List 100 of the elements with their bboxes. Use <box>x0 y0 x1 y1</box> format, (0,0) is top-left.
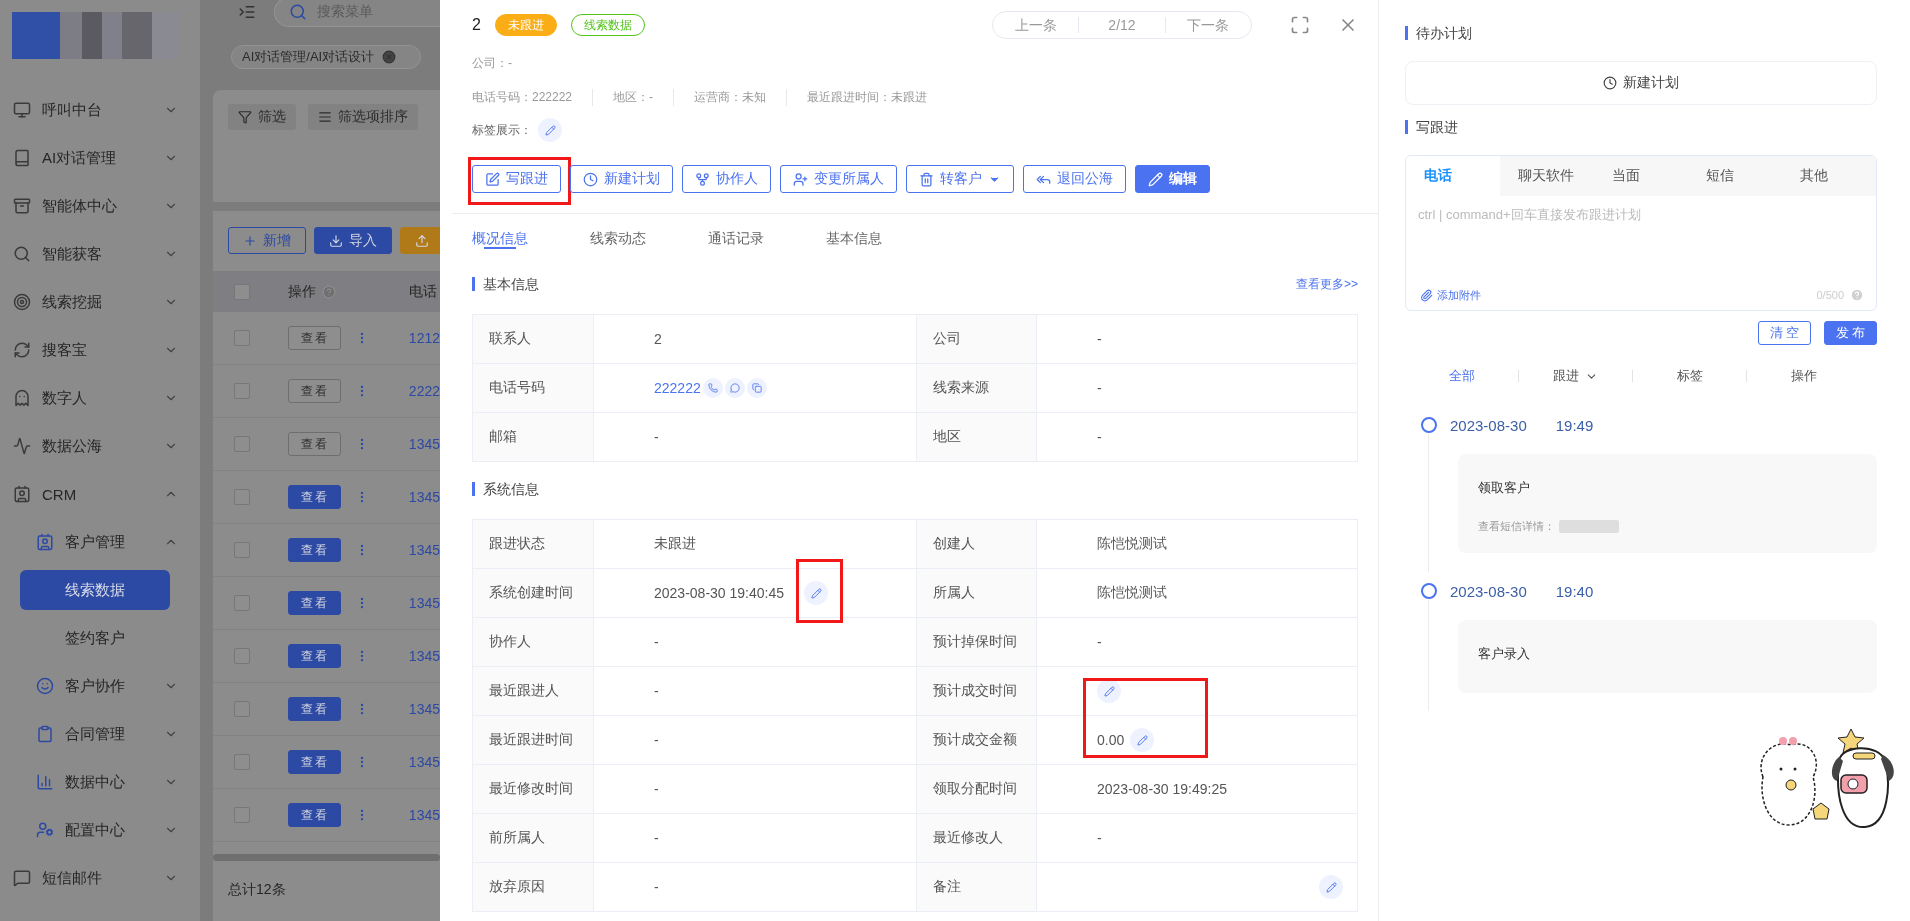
view-button[interactable]: 查看 <box>288 591 341 615</box>
page-tag[interactable]: AI对话管理/AI对话设计 <box>231 45 421 69</box>
bar-chart-icon <box>36 773 54 791</box>
sidebar-item[interactable]: 客户协作 <box>0 662 200 710</box>
phone-link[interactable]: 1345 <box>408 436 440 452</box>
smile-icon <box>36 677 54 695</box>
channel-tab[interactable]: 短信 <box>1688 156 1782 196</box>
publish-button[interactable]: 发 布 <box>1824 321 1877 345</box>
view-button[interactable]: 查看 <box>288 803 341 827</box>
edit-button[interactable] <box>1319 875 1343 899</box>
phone-link[interactable]: 1345 <box>408 595 440 611</box>
sidebar-item[interactable]: 数据公海 <box>0 422 200 470</box>
cell-value: - <box>1097 830 1102 846</box>
phone-icon <box>707 383 718 393</box>
filter-tab[interactable]: 跟进 <box>1519 367 1632 385</box>
clear-button[interactable]: 清 空 <box>1758 321 1811 345</box>
fullscreen-button[interactable] <box>1290 15 1310 35</box>
filter-button[interactable]: 筛选项排序 <box>308 104 418 130</box>
sidebar-item[interactable]: 呼叫中台 <box>0 86 200 134</box>
action-button[interactable]: 退回公海 <box>1023 165 1126 193</box>
field-label: 跟进状态 <box>473 520 594 569</box>
channel-tab[interactable]: 聊天软件 <box>1500 156 1594 196</box>
edit-button[interactable] <box>804 581 828 605</box>
cell-value: - <box>1097 634 1102 650</box>
action-button[interactable]: 协作人 <box>682 165 771 193</box>
channel-tab[interactable]: 其他 <box>1782 156 1876 196</box>
sidebar-item[interactable]: 数字人 <box>0 374 200 422</box>
sidebar-item[interactable]: 配置中心 <box>0 806 200 854</box>
toolbar-button[interactable]: 导入 <box>314 227 392 254</box>
view-button[interactable]: 查看 <box>288 697 341 721</box>
sidebar-item[interactable]: CRM <box>0 470 200 518</box>
sidebar-item[interactable]: 线索数据 <box>20 570 170 610</box>
cell-value: 2023-08-30 19:49:25 <box>1097 781 1227 797</box>
filter-button[interactable]: 筛选 <box>228 104 296 130</box>
filter-tab[interactable]: 全部 <box>1405 367 1518 385</box>
sidebar-item[interactable]: 搜客宝 <box>0 326 200 374</box>
view-button[interactable]: 查看 <box>288 326 341 350</box>
sidebar-item[interactable]: 智能体中心 <box>0 182 200 230</box>
tab[interactable]: 线索动态 <box>590 214 708 266</box>
phone-link[interactable]: 1345 <box>408 701 440 717</box>
call-button[interactable] <box>702 378 723 398</box>
channel-tab[interactable]: 当面 <box>1594 156 1688 196</box>
phone-link[interactable]: 222222 <box>654 380 701 396</box>
edit-button[interactable] <box>1097 679 1121 703</box>
cell-value: - <box>654 429 659 445</box>
sidebar-item[interactable]: 线索挖掘 <box>0 278 200 326</box>
view-button[interactable]: 查看 <box>288 379 341 403</box>
monitor-icon <box>13 101 31 119</box>
phone-link[interactable]: 1345 <box>408 489 440 505</box>
help-icon[interactable] <box>1850 288 1864 302</box>
phone-link[interactable]: 1345 <box>408 542 440 558</box>
copy-button[interactable] <box>746 378 767 398</box>
close-icon[interactable] <box>382 50 397 64</box>
cell-value: 未跟进 <box>654 535 696 553</box>
tab[interactable]: 概况信息 <box>472 214 590 266</box>
action-button[interactable]: 变更所属人 <box>780 165 897 193</box>
view-button[interactable]: 查看 <box>288 538 341 562</box>
view-button[interactable]: 查看 <box>288 750 341 774</box>
edit-button[interactable] <box>1130 728 1155 752</box>
page-position: 2/12 <box>1079 17 1166 33</box>
view-button[interactable]: 查看 <box>288 485 341 509</box>
action-button[interactable]: 写跟进 <box>472 165 561 193</box>
sidebar-item[interactable]: 数据中心 <box>0 758 200 806</box>
action-button[interactable]: 新建计划 <box>570 165 673 193</box>
menu-fold-icon[interactable] <box>238 3 256 21</box>
sidebar-item[interactable]: 短信邮件 <box>0 854 200 902</box>
view-button[interactable]: 查看 <box>288 432 341 456</box>
sidebar-item[interactable]: 签约客户 <box>20 618 170 658</box>
phone-link[interactable]: 1212 <box>408 330 440 346</box>
phone-link[interactable]: 2222 <box>408 383 440 399</box>
filter-tab[interactable]: 操作 <box>1747 367 1860 385</box>
field-label: 领取分配时间 <box>917 765 1037 814</box>
channel-tab[interactable]: 电话 <box>1406 156 1500 196</box>
message-button[interactable] <box>724 378 745 398</box>
sidebar-item[interactable]: AI对话管理 <box>0 134 200 182</box>
toolbar-button[interactable] <box>400 227 440 254</box>
view-button[interactable]: 查看 <box>288 644 341 668</box>
new-plan-button[interactable]: 新建计划 <box>1405 61 1877 105</box>
edit-button[interactable] <box>538 118 562 142</box>
tab[interactable]: 通话记录 <box>708 214 826 266</box>
chat-icon <box>729 383 740 393</box>
action-button[interactable]: 编辑 <box>1135 165 1210 193</box>
toolbar-button[interactable]: 新增 <box>228 227 306 254</box>
sidebar-item[interactable]: 合同管理 <box>0 710 200 758</box>
sidebar-item[interactable]: 客户管理 <box>0 518 200 566</box>
sidebar-item[interactable]: 智能获客 <box>0 230 200 278</box>
previous-button[interactable]: 上一条 <box>993 17 1080 33</box>
archive-icon <box>13 197 31 215</box>
next-button[interactable]: 下一条 <box>1165 17 1251 33</box>
tab[interactable]: 基本信息 <box>826 214 944 266</box>
field-label: 地区 <box>917 413 1037 462</box>
pencil-icon <box>1136 734 1148 746</box>
attach-button[interactable]: 添加附件 <box>1420 287 1481 303</box>
phone-link[interactable]: 1345 <box>408 807 440 823</box>
action-button[interactable]: 转客户 <box>906 165 1014 193</box>
filter-tab[interactable]: 标签 <box>1633 367 1746 385</box>
more-link[interactable]: 查看更多>> <box>1296 275 1358 293</box>
scrollbar[interactable] <box>213 854 440 861</box>
phone-link[interactable]: 1345 <box>408 648 440 664</box>
phone-link[interactable]: 1345 <box>408 754 440 770</box>
